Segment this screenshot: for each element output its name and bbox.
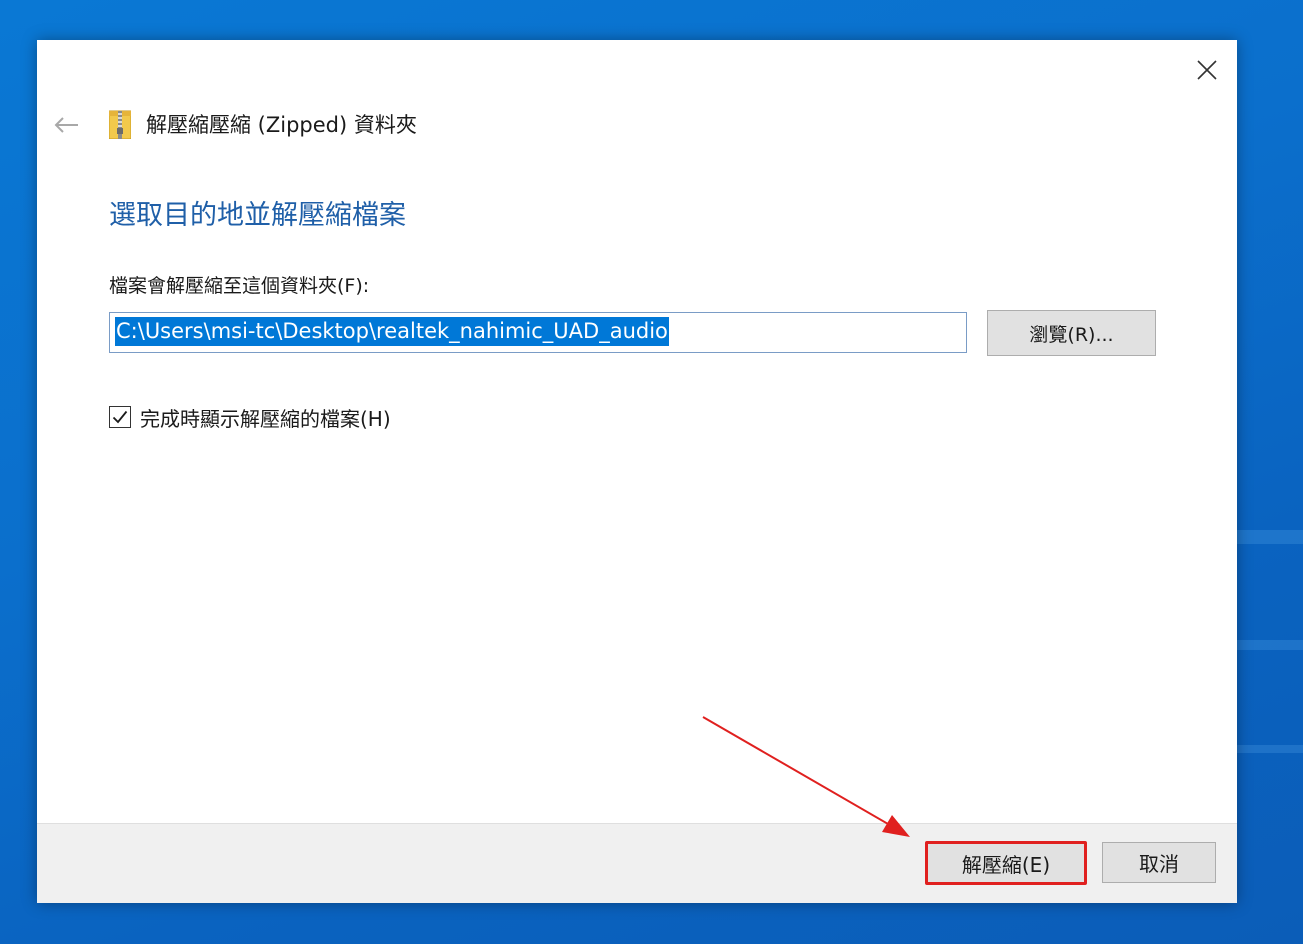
extract-zip-dialog: 解壓縮壓縮 (Zipped) 資料夾 選取目的地並解壓縮檔案 檔案會解壓縮至這個… (37, 40, 1237, 903)
show-files-checkbox-label: 完成時顯示解壓縮的檔案(H) (140, 406, 391, 431)
cancel-button[interactable]: 取消 (1102, 842, 1216, 883)
show-files-checkbox-row[interactable]: 完成時顯示解壓縮的檔案(H) (109, 402, 391, 432)
wallpaper-beam (1237, 530, 1303, 544)
close-icon (1197, 60, 1217, 80)
checkmark-icon (112, 410, 128, 424)
back-arrow-icon (54, 117, 78, 133)
show-files-checkbox[interactable] (109, 406, 131, 428)
window-title: 解壓縮壓縮 (Zipped) 資料夾 (146, 113, 417, 137)
extract-button[interactable]: 解壓縮(E) (925, 841, 1087, 885)
close-button[interactable] (1189, 52, 1225, 88)
main-instruction: 選取目的地並解壓縮檔案 (109, 200, 406, 231)
zip-folder-icon (109, 110, 131, 139)
destination-path-input[interactable]: C:\Users\msi-tc\Desktop\realtek_nahimic_… (109, 312, 967, 353)
browse-button[interactable]: 瀏覽(R)... (987, 310, 1156, 356)
wallpaper-beam (1237, 640, 1303, 650)
back-button[interactable] (51, 110, 81, 140)
wallpaper-beam (1237, 745, 1303, 753)
destination-label: 檔案會解壓縮至這個資料夾(F): (109, 275, 370, 297)
destination-path-text: C:\Users\msi-tc\Desktop\realtek_nahimic_… (115, 317, 669, 346)
